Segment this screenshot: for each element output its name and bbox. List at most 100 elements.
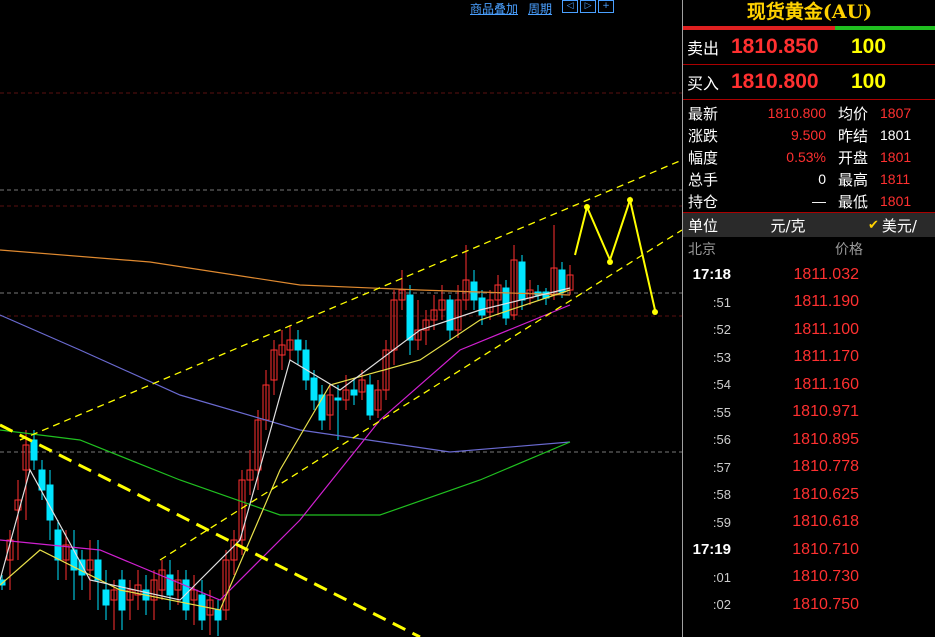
tick-time: :56 [712,432,731,448]
forecast-path [574,196,656,311]
stats-table: 最新 1810.800 均价 1807 涨跌 9.500 昨结 1801 幅度 … [683,100,935,213]
forecast-arrow-icon [627,197,633,203]
tick-row[interactable]: :01 1810.730 [683,564,935,592]
candle-body [478,297,486,316]
candle-body [334,397,342,401]
tick-time: :52 [712,322,731,338]
stat-label: 均价 [838,104,869,123]
tick-row[interactable]: :53 1811.170 [683,344,935,372]
checkmark-icon[interactable]: ✔ [868,218,879,233]
tick-price: 1811.160 [793,375,859,393]
sell-label: 卖出 [687,39,720,58]
forecast-arrow-icon [652,309,658,315]
channel-lower-line [159,229,682,561]
forecast-arrow-icon [584,204,590,210]
candle-body [118,579,126,611]
tick-row[interactable]: :58 1810.625 [683,481,935,509]
ma-white-line [0,287,571,601]
tick-row[interactable]: :02 1810.750 [683,591,935,619]
ma-blue-line [0,314,571,453]
buy-volume: 100 [851,70,887,93]
tick-time: :58 [712,487,731,503]
buy-price: 1810.800 [731,70,819,93]
tick-price: 1811.170 [793,348,859,366]
stat-label: 昨结 [838,126,869,145]
kline-chart[interactable] [0,0,682,637]
tick-time: :57 [712,459,731,475]
tick-price: 1810.618 [792,513,859,531]
candle-body [558,269,566,293]
candle-body [350,389,358,396]
tick-time: 17:18 [692,266,731,284]
tick-row[interactable]: :54 1811.160 [683,371,935,399]
stat-label: 持仓 [688,192,719,211]
scroll-right-icon[interactable]: ▷ [580,0,597,13]
forecast-arrow-icon [607,259,613,265]
buy-sell-ratio-bar [683,26,935,30]
candle-body [310,377,318,401]
sell-quote[interactable]: 卖出 1810.850 100 [683,30,935,65]
kline-canvas[interactable] [0,0,682,637]
unit-value: 元/克 [770,216,806,235]
candle-body [294,339,302,351]
candle-body [302,349,310,381]
stat-row: 最新 1810.800 均价 1807 [683,102,935,124]
stat-value: — [812,193,826,209]
tick-time: :01 [712,569,731,585]
candle-body [214,609,222,621]
candle-body [470,281,478,301]
zoom-in-icon[interactable]: + [598,0,615,13]
tick-row[interactable]: 17:18 1811.032 [683,261,935,289]
stat-value: 1801 [880,193,912,209]
stat-value: 0.53% [786,149,826,165]
tick-time: :59 [712,514,731,530]
stat-label: 最低 [838,192,869,211]
tick-time: :53 [712,349,731,365]
buy-label: 买入 [687,74,720,93]
stat-row: 涨跌 9.500 昨结 1801 [683,124,935,146]
stat-value: 1801 [880,149,912,165]
stat-label: 总手 [688,170,719,189]
stat-value: 1811 [880,171,911,187]
scroll-left-icon[interactable]: ◁ [562,0,579,13]
tick-row[interactable]: :57 1810.778 [683,454,935,482]
ma-orange-line [0,249,571,296]
tick-list[interactable]: 17:18 1811.032 :51 1811.190 :52 1811.100 :53 18… [683,261,935,619]
stat-label: 开盘 [838,148,869,167]
stat-row: 持仓 — 最低 1801 [683,190,935,212]
tick-price: 1810.895 [792,430,859,448]
tick-row[interactable]: 17:19 1810.710 [683,536,935,564]
sell-price: 1810.850 [731,35,819,58]
stat-row: 总手 0 最高 1811 [683,168,935,190]
buy-quote[interactable]: 买入 1810.800 100 [683,65,935,100]
tick-row[interactable]: :51 1811.190 [683,289,935,317]
instrument-title: 现货黄金(AU) [746,1,873,23]
stat-row: 幅度 0.53% 开盘 1801 [683,146,935,168]
candle-body [30,439,38,461]
tick-price: 1811.100 [793,320,859,338]
tick-price: 1810.730 [792,568,859,586]
tick-time: :02 [712,597,731,613]
tick-row[interactable]: :59 1810.618 [683,509,935,537]
period-button[interactable]: 周期 [528,0,552,16]
overlay-button[interactable]: 商品叠加 [470,0,518,16]
tick-row[interactable]: :52 1811.100 [683,316,935,344]
candle-body [406,294,414,341]
candle-body [102,589,110,606]
stat-value: 1810.800 [767,105,826,121]
stat-value: 1801 [880,127,912,143]
tick-row[interactable]: :56 1810.895 [683,426,935,454]
sell-volume: 100 [851,35,887,58]
unit-selector[interactable]: 单位 元/克 ✔ 美元/ [683,213,935,237]
tick-price: 1810.778 [792,458,859,476]
tick-price: 1810.625 [792,485,859,503]
tick-time: :54 [712,377,731,393]
tick-location-header: 北京 [688,242,716,258]
tick-row[interactable]: :55 1810.971 [683,399,935,427]
ma-green-line [0,429,571,516]
tick-time: :51 [712,294,731,310]
tick-price: 1811.032 [793,265,859,283]
currency-option[interactable]: 美元/ [882,215,917,236]
channel-upper-line [19,159,682,441]
quote-panel: 现货黄金(AU) 卖出 1810.850 100 买入 1810.800 100… [682,0,935,637]
